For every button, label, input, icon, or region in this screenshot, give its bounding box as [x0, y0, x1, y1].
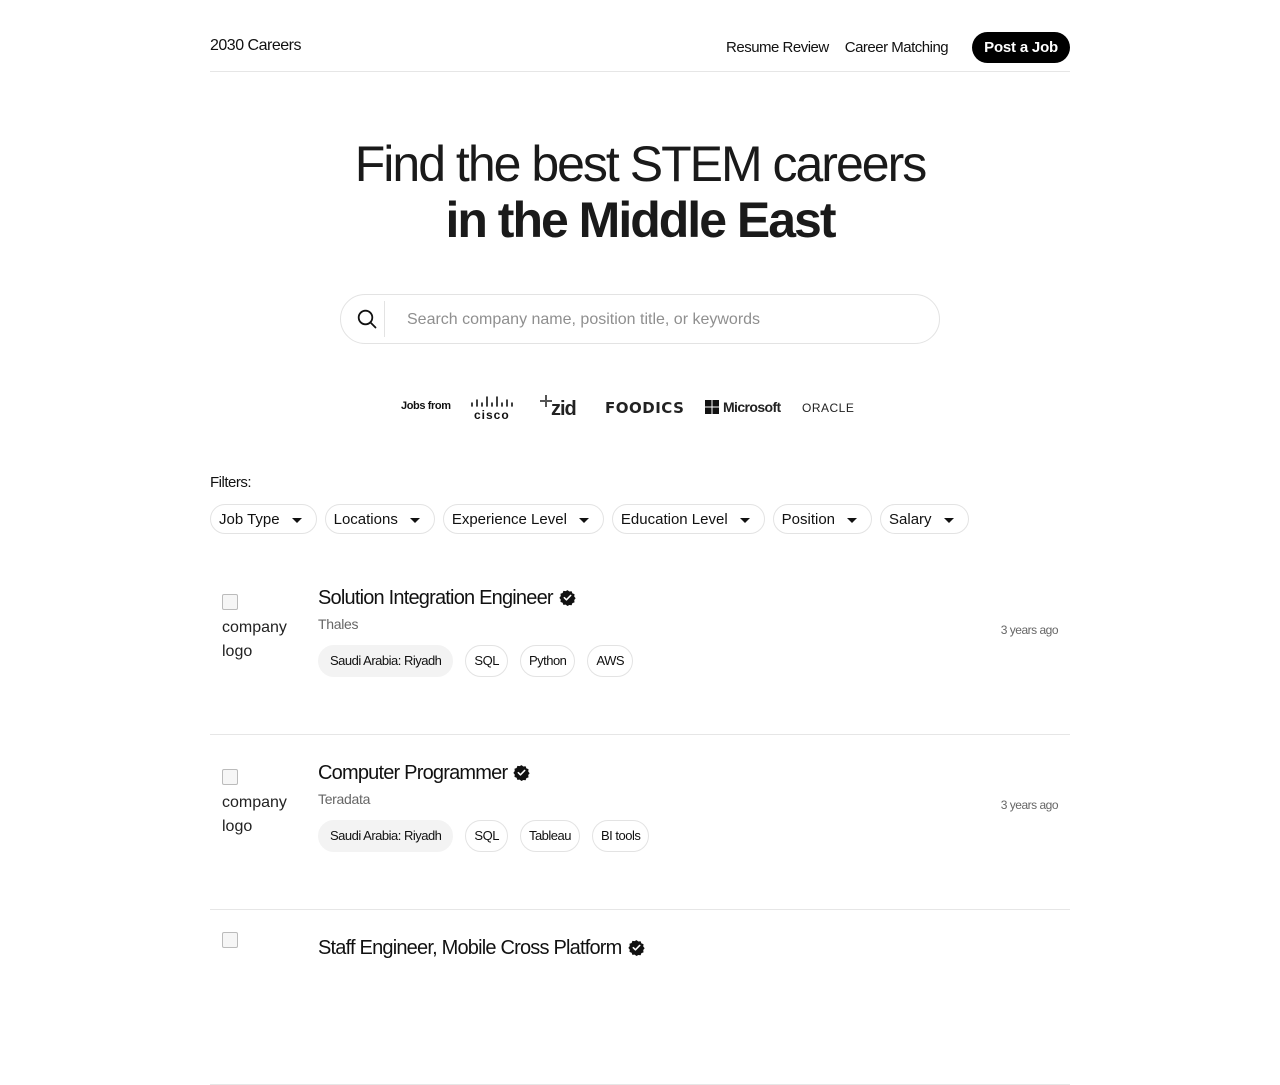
filters-title: Filters:: [210, 474, 252, 491]
caret-down-icon: [291, 517, 302, 523]
filter-salary[interactable]: Salary: [880, 504, 969, 534]
post-job-button[interactable]: Post a Job: [972, 32, 1070, 63]
job-title-link[interactable]: Staff Engineer, Mobile Cross Platform: [318, 937, 645, 962]
job-card[interactable]: company logo Solution Integration Engine…: [210, 560, 1070, 735]
search-bar[interactable]: [340, 294, 940, 344]
job-list: company logo Solution Integration Engine…: [210, 560, 1070, 1085]
skill-tag: Tableau: [519, 820, 580, 852]
hero: Find the best STEM careers in the Middle…: [0, 136, 1280, 248]
search-input[interactable]: [405, 307, 909, 333]
job-title-link[interactable]: Computer Programmer: [318, 762, 530, 787]
posted-time: 3 years ago: [1000, 623, 1059, 637]
job-company[interactable]: Thales: [318, 616, 359, 632]
skill-tag: Python: [519, 645, 576, 677]
search-divider: [384, 301, 385, 337]
job-title-link[interactable]: Solution Integration Engineer: [318, 587, 576, 612]
job-card[interactable]: Staff Engineer, Mobile Cross Platform: [210, 910, 1070, 1085]
job-card[interactable]: company logo Computer Programmer Teradat…: [210, 735, 1070, 910]
hero-title-line1: Find the best STEM careers: [354, 136, 927, 192]
jobs-from-label: Jobs from: [401, 400, 451, 412]
oracle-logo: ORACLE: [802, 401, 855, 415]
broken-image-icon: [222, 594, 238, 610]
brand-logo[interactable]: 2030 Careers: [210, 37, 301, 55]
company-logo-image: [222, 930, 294, 954]
filter-locations[interactable]: Locations: [324, 504, 435, 534]
foodics-logo: FOODICS: [605, 399, 685, 417]
nav-resume-review[interactable]: Resume Review: [726, 39, 829, 56]
company-logo-image: company logo: [222, 767, 294, 839]
filter-position[interactable]: Position: [772, 504, 873, 534]
skill-tag: SQL: [465, 645, 508, 677]
caret-down-icon: [578, 517, 589, 523]
company-logo-image: company logo: [222, 592, 294, 664]
broken-image-icon: [222, 769, 238, 785]
verified-badge-icon: [627, 939, 645, 962]
verified-badge-icon: [513, 764, 530, 787]
hero-title-line2: in the Middle East: [445, 192, 836, 248]
filter-job-type[interactable]: Job Type: [210, 504, 317, 534]
verified-badge-icon: [559, 589, 576, 612]
caret-down-icon: [847, 517, 858, 523]
filter-bar: Job Type Locations Experience Level Educ…: [210, 504, 977, 534]
search-icon[interactable]: [357, 309, 377, 329]
top-nav: Resume Review Career Matching Post a Job: [726, 32, 1070, 63]
site-header: 2030 Careers Resume Review Career Matchi…: [210, 0, 1070, 72]
skill-tag: BI tools: [591, 820, 650, 852]
location-tag: Saudi Arabia: Riyadh: [318, 645, 454, 677]
cisco-logo: cisco: [471, 396, 513, 422]
caret-down-icon: [943, 517, 954, 523]
location-tag: Saudi Arabia: Riyadh: [318, 820, 454, 852]
filter-experience-level[interactable]: Experience Level: [442, 504, 604, 534]
skill-tag: AWS: [587, 645, 634, 677]
caret-down-icon: [739, 517, 750, 523]
job-tags: Saudi Arabia: Riyadh SQL Python AWS: [318, 645, 645, 677]
broken-image-icon: [222, 932, 238, 948]
posted-time: 3 years ago: [1000, 798, 1059, 812]
caret-down-icon: [409, 517, 420, 523]
job-company[interactable]: Teradata: [318, 791, 370, 807]
filter-education-level[interactable]: Education Level: [611, 504, 765, 534]
skill-tag: SQL: [465, 820, 508, 852]
job-tags: Saudi Arabia: Riyadh SQL Tableau BI tool…: [318, 820, 661, 852]
nav-career-matching[interactable]: Career Matching: [845, 39, 949, 56]
